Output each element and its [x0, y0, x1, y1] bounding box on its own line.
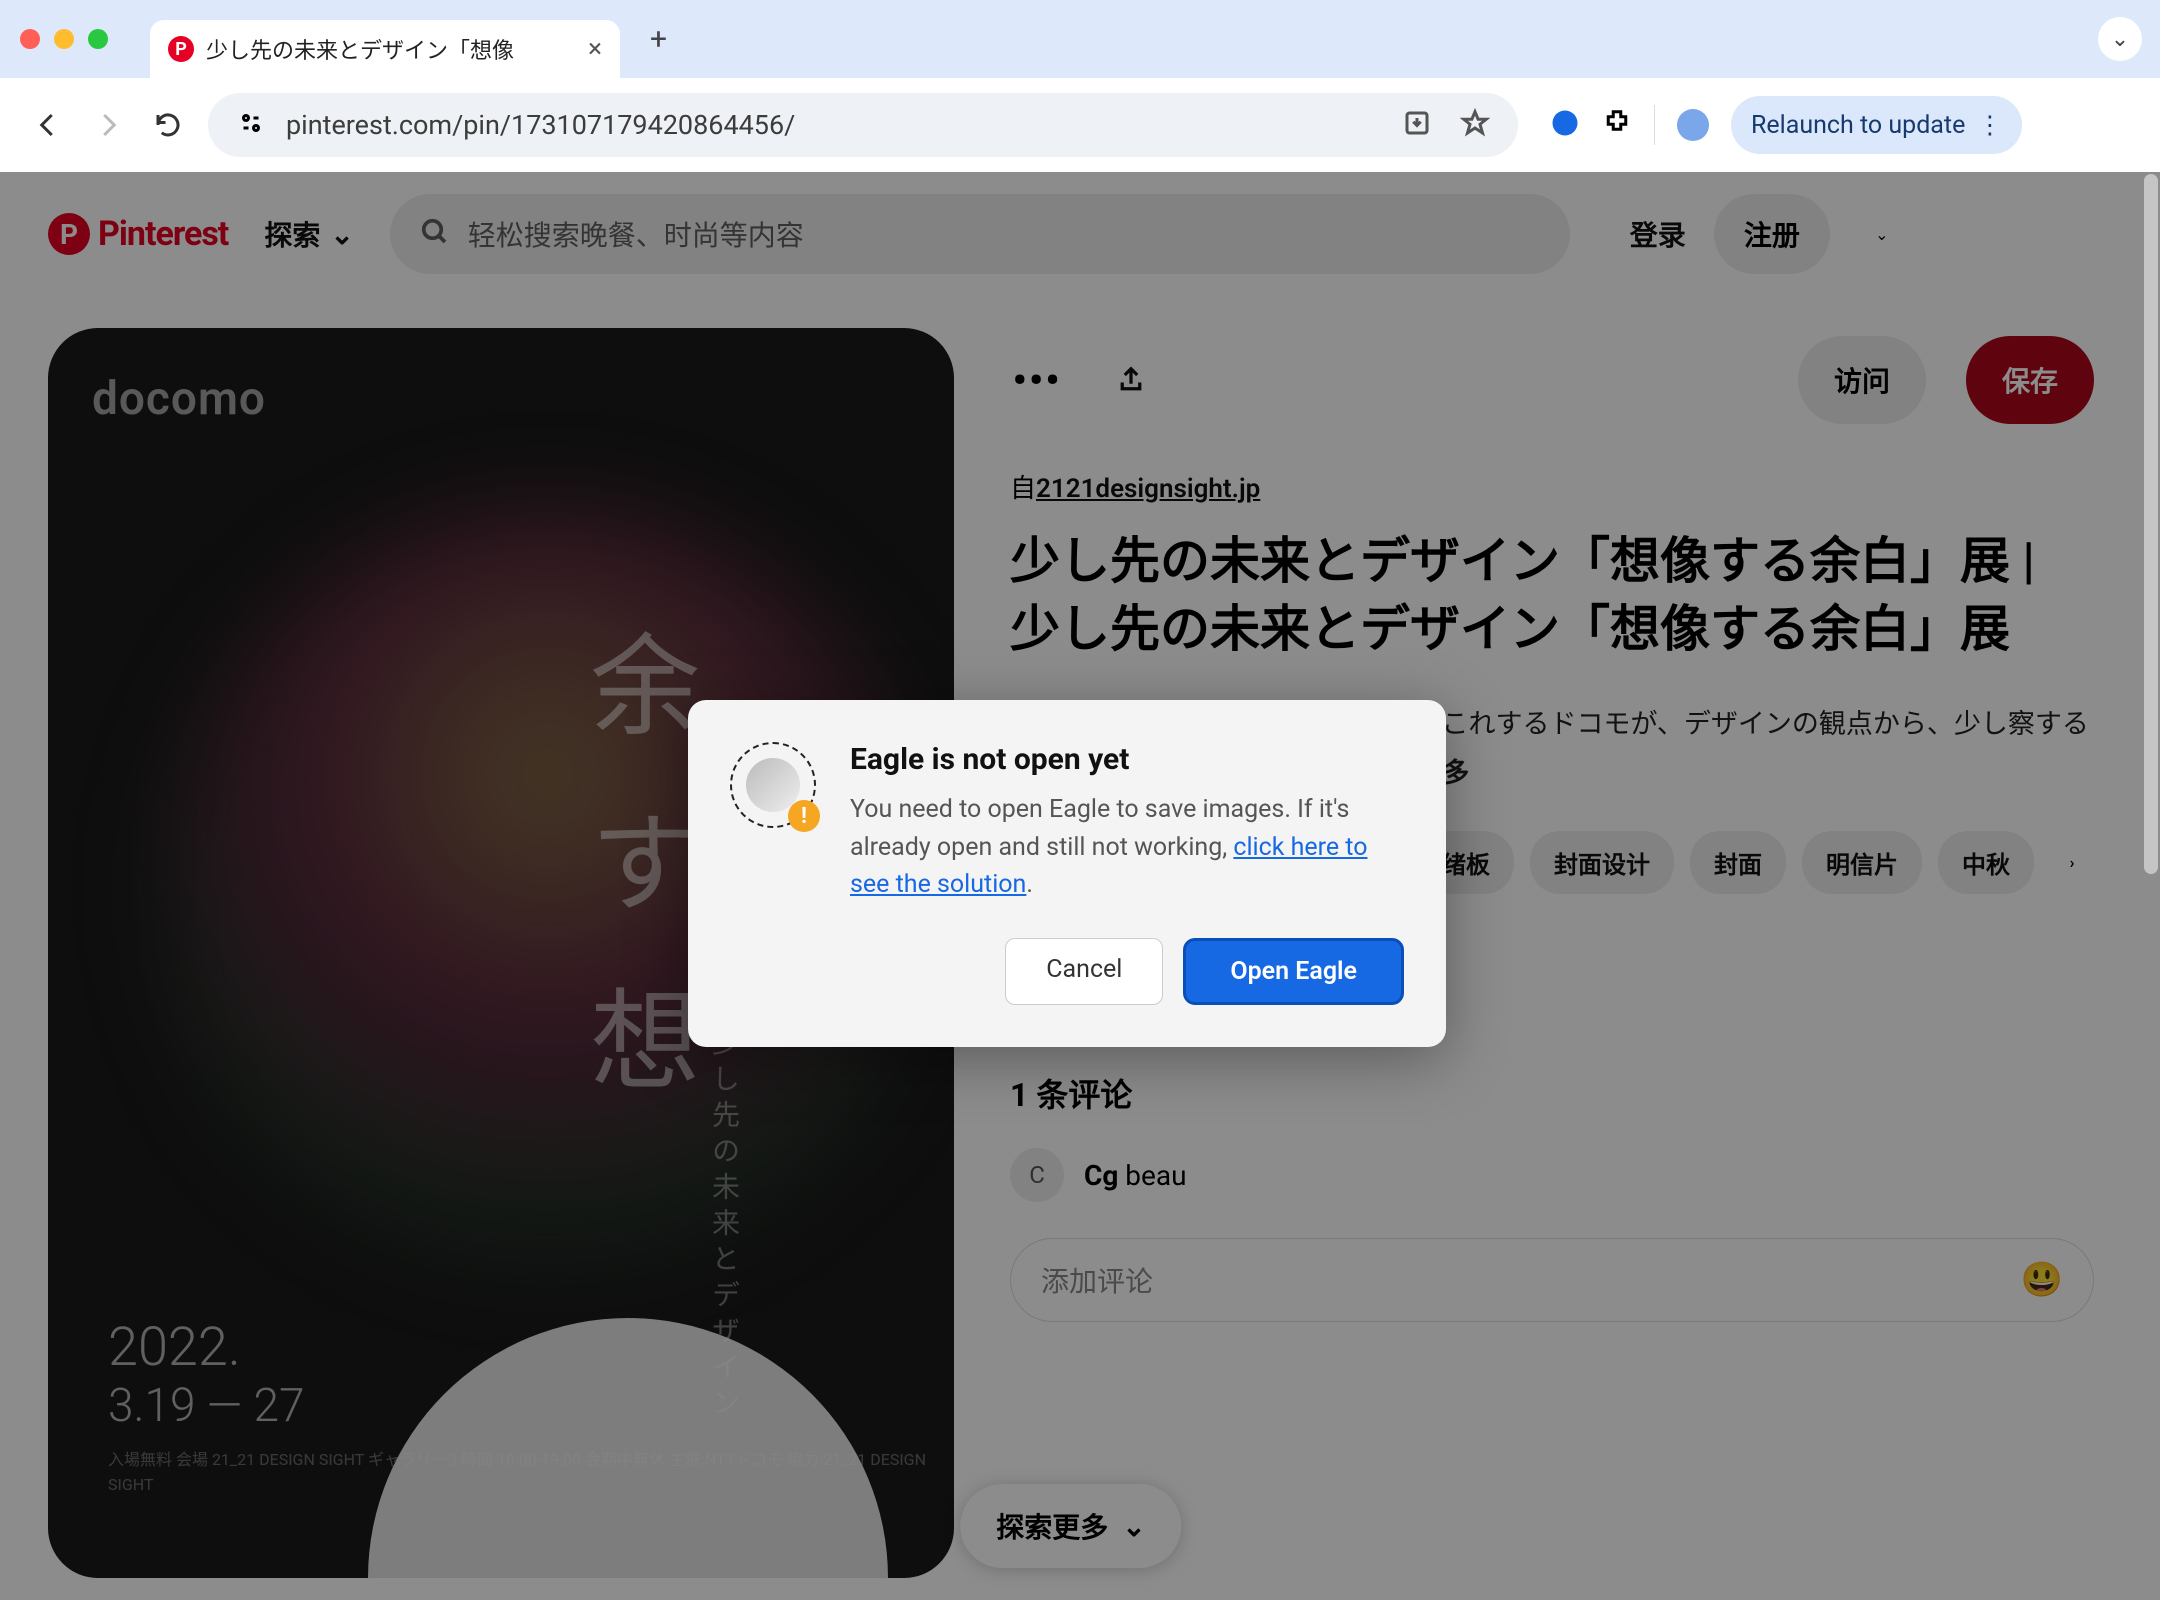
- window-controls: [20, 29, 108, 49]
- toolbar-right: Relaunch to update ⋮: [1550, 96, 2022, 154]
- chevron-down-icon: ⌄: [2111, 27, 2129, 52]
- warning-badge-icon: !: [788, 800, 820, 832]
- dialog-message: You need to open Eagle to save images. I…: [850, 791, 1404, 904]
- relaunch-button[interactable]: Relaunch to update ⋮: [1731, 96, 2022, 154]
- extension-eagle-icon[interactable]: [1550, 108, 1580, 142]
- tab-bar: P 少し先の未来とデザイン「想像 × + ⌄: [0, 0, 2160, 78]
- open-eagle-button[interactable]: Open Eagle: [1183, 938, 1404, 1005]
- install-app-icon[interactable]: [1402, 108, 1432, 142]
- more-icon: ⋮: [1977, 110, 2002, 140]
- extensions-icon[interactable]: [1602, 108, 1632, 142]
- separator: [1654, 105, 1655, 145]
- close-tab-icon[interactable]: ×: [588, 34, 602, 64]
- bookmark-icon[interactable]: [1460, 108, 1490, 142]
- tab-title: 少し先の未来とデザイン「想像: [206, 33, 576, 65]
- new-tab-button[interactable]: +: [632, 22, 685, 57]
- tab-overflow-button[interactable]: ⌄: [2098, 17, 2142, 61]
- pinterest-favicon: P: [168, 36, 194, 62]
- dialog-actions: Cancel Open Eagle: [850, 938, 1404, 1005]
- cancel-button[interactable]: Cancel: [1005, 938, 1163, 1005]
- browser-tab[interactable]: P 少し先の未来とデザイン「想像 ×: [150, 20, 620, 78]
- profile-button[interactable]: [1677, 109, 1709, 141]
- eagle-dialog: ! Eagle is not open yet You need to open…: [688, 700, 1446, 1047]
- dialog-msg-after: .: [1026, 870, 1033, 899]
- forward-button[interactable]: [88, 105, 128, 145]
- dialog-icon: !: [730, 742, 816, 828]
- minimize-window-button[interactable]: [54, 29, 74, 49]
- maximize-window-button[interactable]: [88, 29, 108, 49]
- dialog-title: Eagle is not open yet: [850, 742, 1404, 777]
- back-button[interactable]: [28, 105, 68, 145]
- scrollbar[interactable]: [2144, 174, 2158, 874]
- url-text: pinterest.com/pin/173107179420864456/: [286, 109, 1382, 141]
- address-bar[interactable]: pinterest.com/pin/173107179420864456/: [208, 93, 1518, 157]
- browser-toolbar: pinterest.com/pin/173107179420864456/ Re…: [0, 78, 2160, 172]
- close-window-button[interactable]: [20, 29, 40, 49]
- browser-chrome: P 少し先の未来とデザイン「想像 × + ⌄ pinterest.com/pin…: [0, 0, 2160, 172]
- reload-button[interactable]: [148, 105, 188, 145]
- relaunch-label: Relaunch to update: [1751, 111, 1965, 140]
- site-info-icon[interactable]: [236, 108, 266, 142]
